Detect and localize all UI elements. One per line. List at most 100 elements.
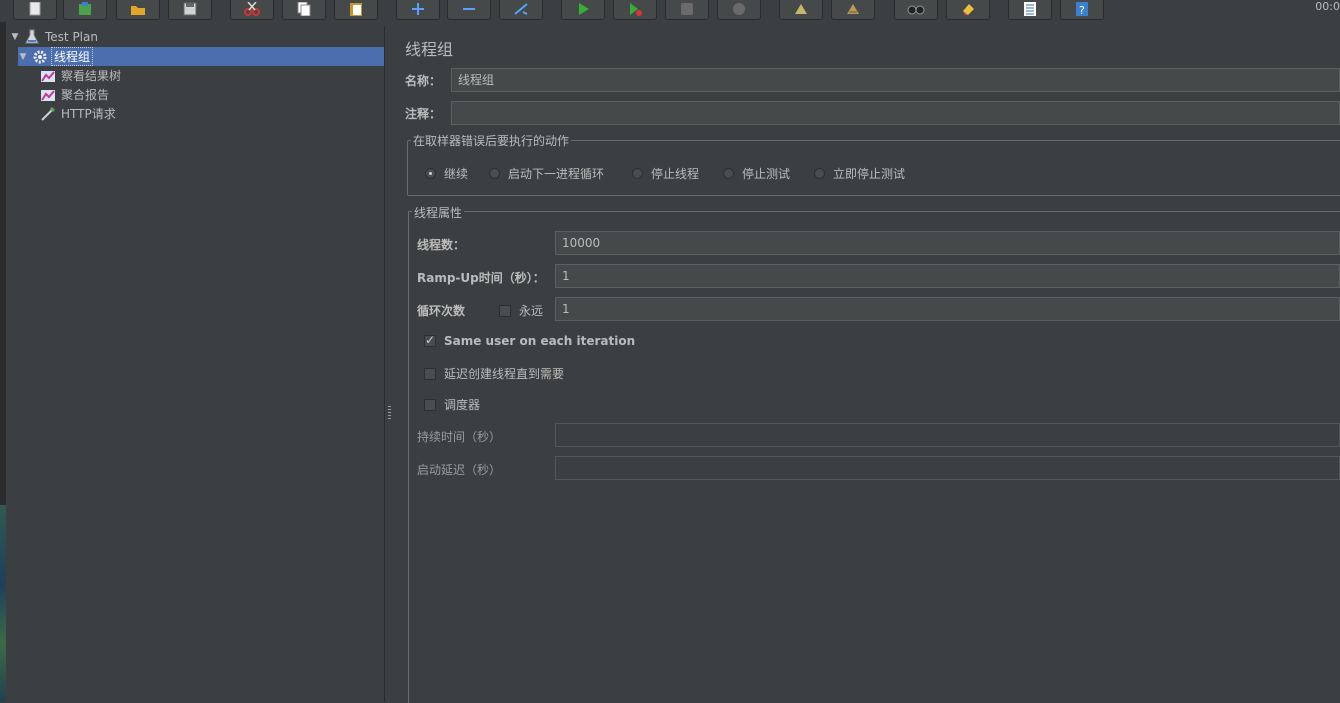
reset-search-icon — [963, 4, 974, 15]
copy-button[interactable] — [282, 0, 326, 20]
radio-dot — [425, 168, 436, 179]
page-title: 线程组 — [405, 40, 454, 59]
tree-item-aggregate-report[interactable]: 聚合报告 — [40, 85, 111, 104]
threads-label: 线程数： — [417, 238, 466, 252]
expand-all-button[interactable] — [396, 0, 440, 20]
start-icon — [579, 3, 589, 15]
save-button[interactable] — [168, 0, 212, 20]
radio-dot — [632, 168, 643, 179]
radio-label: 停止测试 — [742, 167, 791, 181]
panel-splitter[interactable] — [385, 26, 394, 702]
shutdown-button[interactable] — [717, 0, 761, 20]
templates-icon — [79, 2, 91, 15]
error-action-title: 在取样器错误后要执行的动作 — [411, 132, 572, 149]
threads-input[interactable]: 10000 — [555, 231, 1340, 255]
tree-item-view-results-tree[interactable]: 察看结果树 — [40, 66, 123, 85]
startup-delay-input[interactable] — [555, 456, 1340, 480]
radio-stop-test[interactable]: 停止测试 — [723, 165, 790, 182]
radio-stop-thread[interactable]: 停止线程 — [632, 165, 699, 182]
splitter-grip-icon — [388, 406, 391, 420]
tree-item-test-plan[interactable]: ▼ Test Plan — [10, 27, 100, 46]
duration-input[interactable] — [555, 423, 1340, 447]
name-label: 名称： — [405, 74, 442, 88]
start-no-pause-button[interactable] — [613, 0, 657, 20]
same-user-checkbox[interactable]: Same user on each iteration — [424, 333, 636, 348]
radio-label: 停止线程 — [651, 167, 700, 181]
checkbox-box — [424, 398, 436, 411]
expand-icon — [412, 3, 424, 15]
thread-group-editor: 线程组 名称： 线程组 注释： 在取样器错误后要执行的动作 继续 启动下一进程循… — [395, 26, 1340, 703]
new-button[interactable] — [13, 0, 57, 20]
tree-item-label: Test Plan — [45, 29, 98, 44]
thread-group-icon — [33, 50, 47, 63]
templates-button[interactable] — [63, 0, 107, 20]
tree-item-thread-group[interactable]: ▼ 线程组 — [18, 47, 384, 66]
help-icon: ? — [1076, 2, 1088, 16]
start-button[interactable] — [561, 0, 605, 20]
open-icon — [131, 6, 145, 15]
checkbox-box — [424, 333, 436, 347]
delay-thread-creation-checkbox[interactable]: 延迟创建线程直到需要 — [424, 365, 564, 382]
toggle-button[interactable] — [499, 0, 543, 20]
checkbox-box — [499, 304, 511, 317]
comment-label: 注释： — [405, 107, 442, 121]
clear-button[interactable] — [779, 0, 823, 20]
radio-label: 继续 — [444, 167, 469, 181]
help-button[interactable]: ? — [1060, 0, 1104, 20]
copy-icon — [297, 2, 311, 16]
collapse-all-button[interactable] — [447, 0, 491, 20]
thread-properties-title: 线程属性 — [412, 204, 465, 221]
scheduler-checkbox[interactable]: 调度器 — [424, 396, 480, 413]
toggle-icon — [514, 3, 528, 15]
forever-checkbox[interactable]: 永远 — [499, 302, 543, 319]
clear-all-icon — [847, 4, 859, 14]
comment-input[interactable] — [451, 101, 1340, 125]
reset-search-button[interactable] — [946, 0, 990, 20]
search-button[interactable] — [894, 0, 938, 20]
listener-icon — [41, 89, 55, 101]
test-plan-tree: ▼ Test Plan ▼ 线程组 察看结果树 聚合报告 HTTP请求 — [6, 26, 385, 702]
loop-count-input[interactable]: 1 — [555, 297, 1340, 321]
checkbox-box — [424, 367, 436, 380]
startup-delay-label: 启动延迟（秒） — [417, 463, 502, 477]
radio-dot — [489, 168, 500, 179]
checkbox-label: Same user on each iteration — [444, 334, 636, 348]
clear-all-button[interactable] — [831, 0, 875, 20]
checkbox-label: 调度器 — [444, 398, 481, 412]
loop-count-label: 循环次数 — [417, 304, 466, 318]
checkbox-label: 永远 — [519, 304, 544, 318]
tree-item-label: HTTP请求 — [61, 107, 116, 121]
search-icon — [907, 5, 925, 15]
function-helper-icon — [1024, 2, 1036, 16]
tree-collapse-icon[interactable]: ▼ — [18, 52, 28, 62]
radio-start-next-loop[interactable]: 启动下一进程循环 — [489, 165, 604, 182]
main-toolbar: ? 00:0 — [0, 0, 1340, 22]
cut-icon — [244, 2, 260, 16]
test-plan-icon — [25, 29, 39, 43]
radio-dot — [814, 168, 825, 179]
open-button[interactable] — [116, 0, 160, 20]
elapsed-time: 00:0 — [1315, 0, 1340, 13]
stop-button[interactable] — [665, 0, 709, 20]
tree-collapse-icon[interactable]: ▼ — [10, 32, 20, 42]
start-no-pause-icon — [630, 3, 642, 16]
paste-button[interactable] — [334, 0, 378, 20]
save-icon — [183, 2, 197, 16]
duration-label: 持续时间（秒） — [417, 430, 502, 444]
radio-label: 启动下一进程循环 — [508, 167, 605, 181]
svg-text:?: ? — [1079, 4, 1085, 16]
sampler-icon — [41, 106, 56, 121]
tree-item-label: 聚合报告 — [61, 88, 110, 102]
rampup-label: Ramp-Up时间（秒）： — [417, 271, 545, 285]
checkbox-label: 延迟创建线程直到需要 — [444, 367, 565, 381]
name-input[interactable]: 线程组 — [451, 68, 1340, 92]
tree-item-http-request[interactable]: HTTP请求 — [40, 104, 118, 123]
radio-continue[interactable]: 继续 — [425, 165, 468, 182]
radio-dot — [723, 168, 734, 179]
new-icon — [29, 2, 41, 16]
rampup-input[interactable]: 1 — [555, 264, 1340, 288]
function-helper-button[interactable] — [1008, 0, 1052, 20]
radio-stop-test-now[interactable]: 立即停止测试 — [814, 165, 905, 182]
cut-button[interactable] — [230, 0, 274, 20]
radio-label: 立即停止测试 — [833, 167, 906, 181]
